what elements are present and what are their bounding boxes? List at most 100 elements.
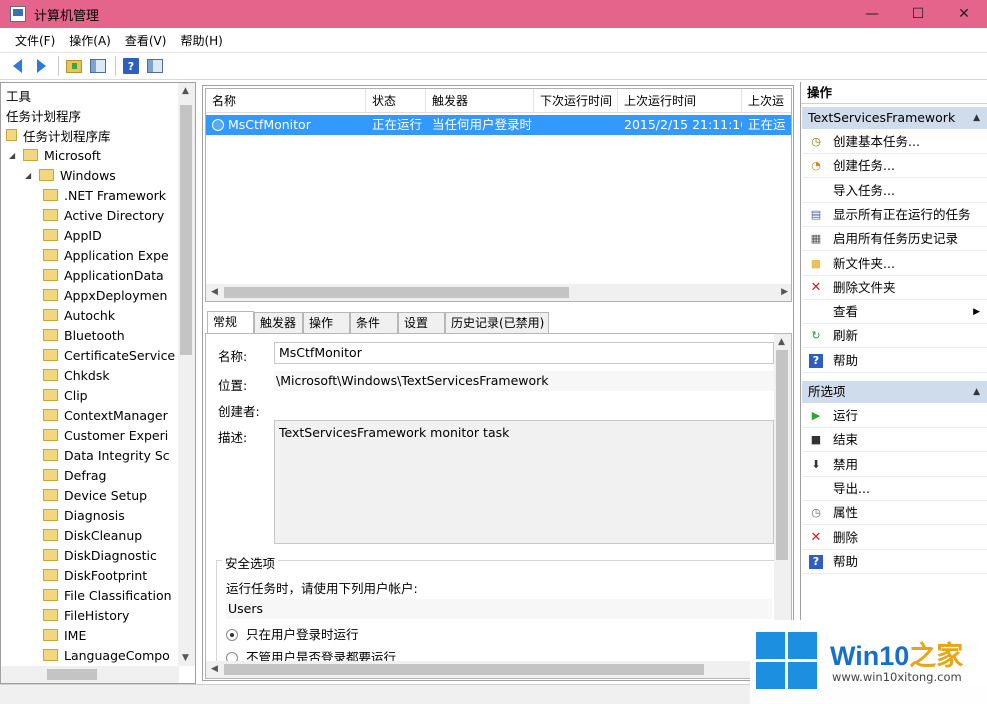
action-item[interactable]: ▦ 启用所有任务历史记录 <box>802 227 987 252</box>
description-field[interactable]: TextServicesFramework monitor task <box>274 420 774 544</box>
column-header-name[interactable]: 名称 <box>206 89 366 113</box>
action-item[interactable]: ✕ 删除 <box>802 526 987 550</box>
tree-item[interactable]: Clip <box>43 385 88 405</box>
tree-item[interactable]: Chkdsk <box>43 365 110 385</box>
tree-item[interactable]: LanguageCompo <box>43 645 170 665</box>
tree-item[interactable]: Device Setup <box>43 485 147 505</box>
action-item[interactable]: ◷ 创建基本任务... <box>802 130 987 154</box>
tree-item[interactable]: Data Integrity Sc <box>43 445 170 465</box>
up-level-button[interactable] <box>63 55 85 77</box>
console-tree[interactable]: 工具 任务计划程序 任务计划程序库 ◢ Microsoft ◢ Windows .NET Fr… <box>0 82 196 684</box>
expand-arrow-icon[interactable]: ◢ <box>25 171 35 180</box>
action-item[interactable]: ? 帮助 <box>802 349 987 373</box>
tab-general[interactable]: 常规 <box>207 311 254 335</box>
tree-item[interactable]: FileHistory <box>43 605 129 625</box>
collapse-icon[interactable]: ▲ <box>973 381 980 403</box>
tab-history[interactable]: 历史记录(已禁用) <box>445 312 549 334</box>
general-horizontal-scrollbar[interactable]: ◀ <box>206 661 774 678</box>
scroll-up-icon[interactable]: ▲ <box>182 86 189 96</box>
tree-item[interactable]: DiskCleanup <box>43 525 142 545</box>
menu-file[interactable]: 文件(F) <box>8 32 62 49</box>
column-header-trigger[interactable]: 触发器 <box>426 89 534 113</box>
action-item[interactable]: ? 帮助 <box>802 550 987 574</box>
tree-item[interactable]: IME <box>43 625 86 645</box>
action-item[interactable]: ■ 新文件夹... <box>802 252 987 276</box>
action-item[interactable]: ◔ 创建任务... <box>802 154 987 179</box>
radio-logged-on-only[interactable]: 只在用户登录时运行 <box>226 624 359 643</box>
tab-conditions[interactable]: 条件 <box>350 312 398 334</box>
scroll-up-icon[interactable]: ▲ <box>778 337 785 347</box>
tree-item[interactable]: DiskDiagnostic <box>43 545 157 565</box>
tree-item[interactable]: Bluetooth <box>43 325 125 345</box>
close-button[interactable]: ✕ <box>941 0 987 28</box>
task-list-scroll-thumb[interactable] <box>224 287 569 298</box>
tree-item[interactable]: Defrag <box>43 465 106 485</box>
tree-item[interactable]: .NET Framework <box>43 185 166 205</box>
action-item[interactable]: ▤ 显示所有正在运行的任务 <box>802 203 987 227</box>
action-item[interactable]: ⬇ 禁用 <box>802 453 987 477</box>
tree-item[interactable]: CertificateService <box>43 345 175 365</box>
tree-horizontal-scroll-thumb[interactable] <box>47 669 97 680</box>
actions-section-selected[interactable]: 所选项 ▲ <box>802 381 987 403</box>
tree-item[interactable]: AppxDeploymen <box>43 285 167 305</box>
tree-item[interactable]: 任务计划程序库 <box>6 125 111 145</box>
menu-view[interactable]: 查看(V) <box>118 32 174 49</box>
action-item-label: 刷新 <box>833 328 859 344</box>
scroll-right-icon[interactable]: ▶ <box>781 287 788 297</box>
minimize-button[interactable]: — <box>849 0 895 28</box>
tree-item[interactable]: File Classification <box>43 585 172 605</box>
scroll-left-icon[interactable]: ◀ <box>211 664 218 674</box>
menu-action[interactable]: 操作(A) <box>62 32 118 49</box>
general-vertical-scrollbar[interactable]: ▲ ▼ <box>774 334 791 661</box>
expand-arrow-icon[interactable]: ◢ <box>9 151 19 160</box>
tree-vertical-scroll-thumb[interactable] <box>180 105 192 355</box>
tree-item[interactable]: 任务计划程序 <box>6 105 81 125</box>
general-horizontal-scroll-thumb[interactable] <box>224 664 704 675</box>
tree-item[interactable]: Active Directory <box>43 205 164 225</box>
tree-item[interactable]: ◢ Microsoft <box>9 145 101 165</box>
action-item[interactable]: 导出... <box>802 477 987 501</box>
tab-settings[interactable]: 设置 <box>398 312 445 334</box>
tree-horizontal-scrollbar[interactable] <box>1 666 179 683</box>
collapse-icon[interactable]: ▲ <box>973 107 980 129</box>
actions-section-folder[interactable]: TextServicesFramework ▲ <box>802 107 987 129</box>
back-button[interactable] <box>6 55 28 77</box>
name-field[interactable]: MsCtfMonitor <box>274 342 774 364</box>
scroll-down-icon[interactable]: ▼ <box>182 653 189 663</box>
tab-actions[interactable]: 操作 <box>303 312 350 334</box>
maximize-button[interactable]: ☐ <box>895 0 941 28</box>
tree-vertical-scrollbar[interactable]: ▲ ▼ <box>178 83 195 666</box>
tree-item[interactable]: AppID <box>43 225 102 245</box>
action-item[interactable]: ▶ 运行 <box>802 404 987 428</box>
action-item[interactable]: ■ 结束 <box>802 428 987 453</box>
action-item[interactable]: ◷ 属性 <box>802 501 987 526</box>
forward-button[interactable] <box>30 55 52 77</box>
column-header-next-run[interactable]: 下次运行时间 <box>534 89 618 113</box>
show-hide-action-pane-button[interactable] <box>144 55 166 77</box>
scroll-left-icon[interactable]: ◀ <box>211 287 218 297</box>
tree-item[interactable]: ◢ Windows <box>25 165 116 185</box>
general-vertical-scroll-thumb[interactable] <box>776 350 788 560</box>
tree-item[interactable]: Autochk <box>43 305 115 325</box>
tab-triggers[interactable]: 触发器 <box>254 312 303 334</box>
tree-item[interactable]: 工具 <box>6 85 31 105</box>
tree-item[interactable]: ContextManager <box>43 405 168 425</box>
tree-item[interactable]: Diagnosis <box>43 505 125 525</box>
tree-item[interactable]: ApplicationData <box>43 265 164 285</box>
column-header-last-result[interactable]: 上次运 <box>742 89 791 113</box>
tree-item[interactable]: Application Expe <box>43 245 169 265</box>
menu-help[interactable]: 帮助(H) <box>173 32 229 49</box>
help-button[interactable]: ? <box>120 55 142 77</box>
action-item[interactable]: 导入任务... <box>802 179 987 203</box>
action-item[interactable]: ✕ 删除文件夹 <box>802 276 987 300</box>
action-item[interactable]: ↻ 刷新 <box>802 324 987 349</box>
tree-item[interactable]: DiskFootprint <box>43 565 147 585</box>
column-header-last-run[interactable]: 上次运行时间 <box>618 89 742 113</box>
table-row[interactable]: MsCtfMonitor 正在运行 当任何用户登录时 2015/2/15 21:… <box>206 115 791 135</box>
task-list-horizontal-scrollbar[interactable]: ◀ ▶ <box>206 284 791 301</box>
action-item[interactable]: 查看 ▶ <box>802 300 987 325</box>
column-header-status[interactable]: 状态 <box>366 89 426 113</box>
tree-item[interactable]: Customer Experi <box>43 425 168 445</box>
show-hide-tree-button[interactable] <box>87 55 109 77</box>
task-list[interactable]: 名称 状态 触发器 下次运行时间 上次运行时间 上次运 MsCtfMonitor… <box>205 88 792 302</box>
